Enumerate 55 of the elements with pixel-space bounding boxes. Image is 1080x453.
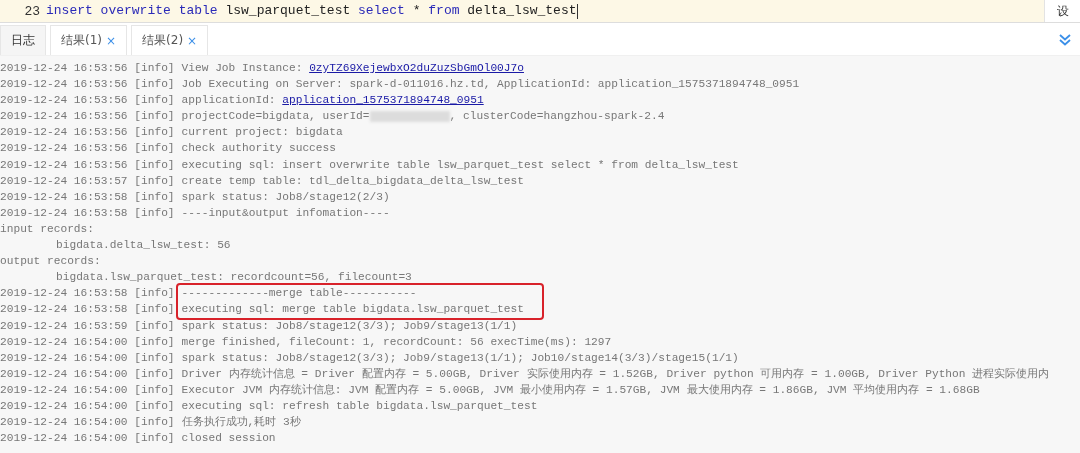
log-message: output records:	[0, 254, 101, 270]
log-message: Job Executing on Server: spark-d-011016.hz.td, ApplicationId: application_1575371894748_0951	[181, 77, 800, 93]
log-timestamp: 2019-12-24 16:53:58 [info]	[0, 302, 175, 318]
log-timestamp: 2019-12-24 16:53:56 [info]	[0, 109, 175, 125]
result-tab[interactable]: 日志	[0, 25, 46, 55]
log-message: spark status: Job8/stage12(2/3)	[181, 189, 390, 205]
log-message: -------------merge table-----------	[181, 286, 417, 302]
log-timestamp: 2019-12-24 16:53:56 [info]	[0, 125, 175, 141]
log-message: spark status: Job8/stage12(3/3); Job9/stage13(1/1); Job10/stage14(3/3)/stage15(1/1)	[181, 350, 739, 366]
double-chevron-down-icon[interactable]	[1058, 33, 1072, 47]
log-message: executing sql: refresh table bigdata.lsw_parquet_test	[181, 398, 538, 414]
result-tab[interactable]: 结果(2) ×	[131, 25, 209, 55]
log-timestamp: 2019-12-24 16:53:56 [info]	[0, 157, 175, 173]
log-message: bigdata.lsw_parquet_test: recordcount=56, filecount=3	[56, 270, 412, 286]
line-number: 23	[23, 3, 41, 19]
log-message: projectCode=bigdata, userId=	[181, 109, 370, 125]
log-message: Executor JVM 内存统计信息: JVM 配置内存 = 5.00GB, JVM 最小使用内存 = 1.57GB, JVM 最大使用内存 = 1.86GB, JVM 平均使用内存 = 1.68GB	[181, 382, 980, 398]
log-message: executing sql: merge table bigdata.lsw_parquet_test	[181, 302, 524, 318]
result-tab[interactable]: 结果(1) ×	[50, 25, 128, 55]
log-message: merge finished, fileCount: 1, recordCount: 56 execTime(ms): 1297	[181, 334, 612, 350]
log-timestamp: 2019-12-24 16:54:00 [info]	[0, 382, 175, 398]
log-timestamp: 2019-12-24 16:53:58 [info]	[0, 286, 175, 302]
log-message: Driver 内存统计信息 = Driver 配置内存 = 5.00GB, Driver 实际使用内存 = 1.52GB, Driver python 可用内存 = 1.00GB, Driver Python 进程实际使用内	[181, 366, 1050, 382]
log-message: executing sql: insert overwrite table lsw_parquet_test select * from delta_lsw_test	[181, 157, 739, 173]
log-message: bigdata.delta_lsw_test: 56	[56, 238, 231, 254]
sql-statement[interactable]: insert overwrite table lsw_parquet_test select * from delta_lsw_test	[46, 3, 578, 19]
log-message: check authority success	[181, 141, 336, 157]
log-timestamp: 2019-12-24 16:53:56 [info]	[0, 77, 175, 93]
log-link[interactable]: 0zyTZ69XejewbxO2duZuzSbGmOl00J7o	[309, 60, 524, 77]
log-message: View Job Instance:	[181, 61, 304, 76]
log-timestamp: 2019-12-24 16:54:00 [info]	[0, 366, 175, 382]
log-timestamp: 2019-12-24 16:53:56 [info]	[0, 93, 175, 109]
log-timestamp: 2019-12-24 16:54:00 [info]	[0, 334, 175, 350]
log-message: spark status: Job8/stage12(3/3); Job9/stage13(1/1)	[181, 318, 518, 334]
log-timestamp: 2019-12-24 16:54:00 [info]	[0, 350, 175, 366]
log-message: closed session	[181, 431, 276, 447]
log-timestamp: 2019-12-24 16:53:57 [info]	[0, 173, 175, 189]
log-timestamp: 2019-12-24 16:53:56 [info]	[0, 141, 175, 157]
log-message: current project: bigdata	[181, 125, 343, 141]
log-timestamp: 2019-12-24 16:53:58 [info]	[0, 205, 175, 221]
log-timestamp: 2019-12-24 16:54:00 [info]	[0, 431, 175, 447]
log-timestamp: 2019-12-24 16:53:56 [info]	[0, 61, 175, 76]
close-icon[interactable]: ×	[187, 33, 198, 48]
log-message: create temp table: tdl_delta_bigdata_delta_lsw_test	[181, 173, 524, 189]
log-message: 任务执行成功,耗时 3秒	[181, 415, 301, 431]
log-message: input records:	[0, 221, 94, 237]
log-timestamp: 2019-12-24 16:54:00 [info]	[0, 415, 175, 431]
log-timestamp: 2019-12-24 16:53:58 [info]	[0, 189, 175, 205]
log-link[interactable]: application_1575371894748_0951	[282, 92, 484, 109]
log-message: ----input&output infomation----	[181, 205, 390, 221]
close-icon[interactable]: ×	[106, 33, 117, 48]
log-timestamp: 2019-12-24 16:53:59 [info]	[0, 318, 175, 334]
log-message: applicationId:	[181, 93, 277, 109]
log-message: , clusterCode=hangzhou-spark-2.4	[449, 109, 665, 125]
log-timestamp: 2019-12-24 16:54:00 [info]	[0, 398, 175, 414]
